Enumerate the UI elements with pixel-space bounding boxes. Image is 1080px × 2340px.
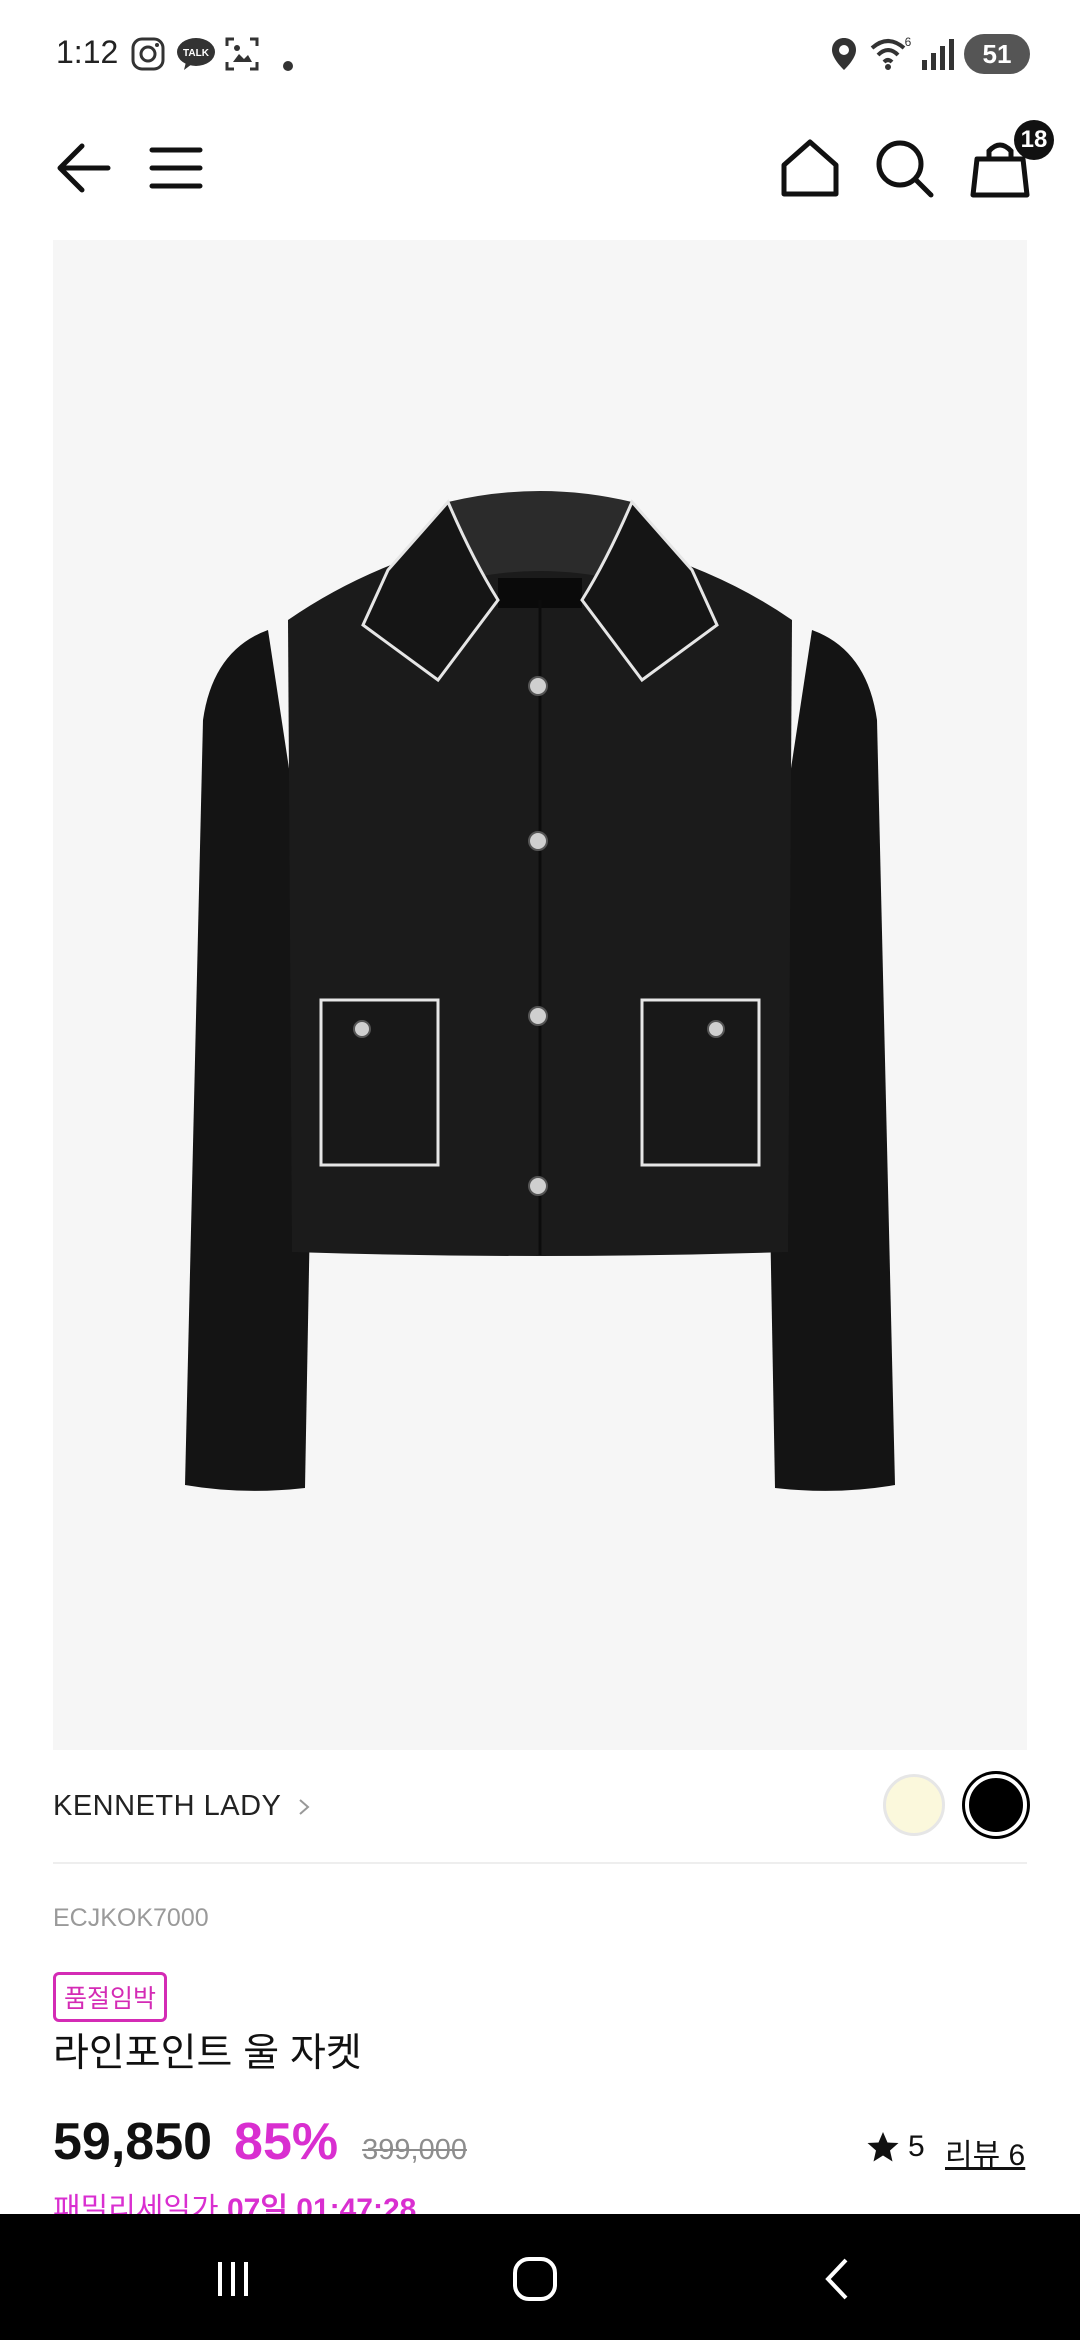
- home-button[interactable]: [772, 130, 848, 206]
- sale-price: 59,850: [53, 2113, 213, 2171]
- back-nav-button[interactable]: [794, 2244, 884, 2314]
- discount-rate: 85%: [234, 2113, 339, 2171]
- signal-icon: [922, 39, 954, 70]
- rating-value: 5: [908, 2130, 925, 2163]
- battery-indicator: 51: [964, 34, 1030, 74]
- back-arrow-icon: [57, 143, 111, 193]
- star-icon: [867, 2132, 899, 2162]
- rating: 5: [866, 2130, 925, 2164]
- search-icon: [876, 140, 934, 198]
- review-link[interactable]: 리뷰 6: [945, 2130, 1025, 2174]
- kakaotalk-icon: TALK: [177, 38, 215, 70]
- kakaotalk-label: TALK: [183, 48, 210, 59]
- home-circle-icon: [513, 2257, 557, 2301]
- product-image[interactable]: [53, 240, 1027, 1750]
- price-row: 59,850 85% 399,000: [53, 2112, 467, 2182]
- color-swatch-black[interactable]: [965, 1774, 1027, 1836]
- cart-count-badge: 18: [1014, 120, 1054, 160]
- hamburger-menu-icon: [149, 147, 203, 189]
- wifi-icon: 6: [870, 36, 912, 70]
- product-name: 라인포인트 울 자켓: [53, 2032, 362, 2075]
- dot-icon: [283, 61, 293, 71]
- home-nav-button[interactable]: [490, 2244, 580, 2314]
- menu-button[interactable]: [138, 130, 214, 206]
- product-sku: ECJKOK7000: [53, 1904, 209, 1932]
- black-tweed-jacket-photo: [185, 491, 895, 1491]
- color-swatch-cream[interactable]: [883, 1774, 945, 1836]
- cart-button[interactable]: 18: [962, 120, 1054, 206]
- location-icon: [832, 38, 856, 70]
- brand-name: KENNETH LADY: [53, 1790, 282, 1822]
- brand-link[interactable]: KENNETH LADY: [53, 1790, 313, 1823]
- wifi-band-label: 6: [905, 36, 912, 49]
- chevron-right-icon: [299, 1798, 310, 1815]
- back-button[interactable]: [44, 130, 120, 206]
- status-time: 1:12: [56, 34, 119, 70]
- system-navigation-bar: [0, 2214, 1080, 2340]
- home-icon: [781, 139, 839, 197]
- brand-row: KENNETH LADY: [53, 1750, 1027, 1864]
- search-button[interactable]: [866, 130, 942, 206]
- original-price: 399,000: [362, 2134, 467, 2166]
- instagram-icon: [131, 37, 165, 71]
- status-bar: 1:12 TALK 6 51: [0, 0, 1080, 110]
- gallery-icon: [225, 37, 259, 71]
- recent-apps-button[interactable]: [188, 2244, 278, 2314]
- back-chevron-icon: [825, 2258, 848, 2300]
- low-stock-badge: 품절임박: [53, 1972, 168, 2022]
- top-header: 18: [0, 110, 1080, 230]
- recent-apps-icon: [218, 2262, 248, 2296]
